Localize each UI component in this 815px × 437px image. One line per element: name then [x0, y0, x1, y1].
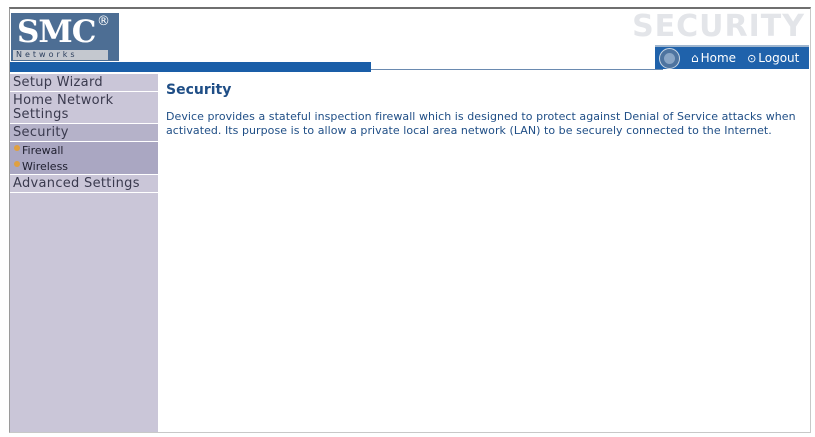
top-nav-bar: ⌂ Home ⊙ Logout — [655, 45, 809, 69]
page-title: Security — [166, 82, 232, 98]
smc-logo: SMC ® Networks — [11, 13, 119, 61]
sidebar-subitem-label: Wireless — [22, 159, 69, 173]
main-content: Security Device provides a stateful insp… — [166, 81, 806, 138]
sidebar: Setup Wizard Home Network Settings Secur… — [10, 74, 158, 432]
sidebar-subitem-firewall[interactable]: Firewall — [10, 142, 158, 158]
home-label: Home — [700, 51, 737, 65]
header-divider-line — [371, 69, 663, 70]
sidebar-item-home-network-settings[interactable]: Home Network Settings — [10, 92, 158, 124]
bullet-icon — [14, 160, 20, 167]
router-admin-window: SMC ® Networks SECURITY ⌂ Home ⊙ Logout … — [9, 7, 811, 433]
logo-subtitle: Networks — [13, 50, 108, 60]
logo-registered-mark: ® — [97, 14, 110, 29]
sidebar-item-security[interactable]: Security — [10, 124, 158, 142]
security-submenu: Firewall Wireless — [10, 142, 158, 175]
help-icon[interactable] — [659, 47, 680, 69]
sidebar-item-setup-wizard[interactable]: Setup Wizard — [10, 74, 158, 92]
logo-brand-text: SMC — [17, 14, 96, 50]
section-watermark: SECURITY — [632, 9, 805, 44]
sidebar-subitem-label: Firewall — [22, 143, 64, 157]
sidebar-item-advanced-settings[interactable]: Advanced Settings — [10, 175, 158, 193]
bullet-icon — [14, 144, 20, 151]
home-icon: ⌂ — [691, 51, 699, 65]
home-button[interactable]: ⌂ Home — [691, 51, 736, 65]
page-description: Device provides a stateful inspection fi… — [166, 110, 796, 137]
logout-button[interactable]: ⊙ Logout — [747, 51, 799, 65]
header-blue-bar — [10, 62, 371, 72]
logout-icon: ⊙ — [747, 51, 757, 65]
logout-label: Logout — [758, 51, 800, 65]
sidebar-subitem-wireless[interactable]: Wireless — [10, 158, 158, 174]
